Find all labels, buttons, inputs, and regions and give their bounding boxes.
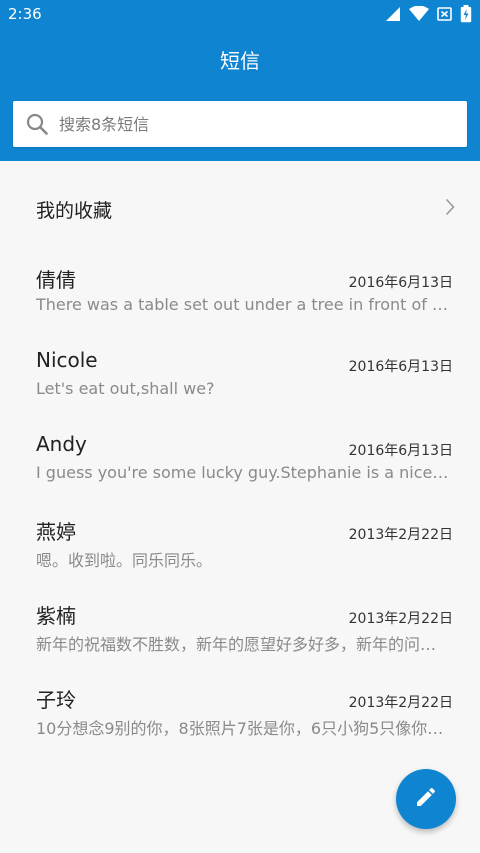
chevron-right-icon bbox=[445, 198, 455, 220]
compose-button[interactable] bbox=[396, 769, 456, 829]
message-snippet: 新年的祝福数不胜数，新年的愿望好多好多，新年的问候送给你 bbox=[36, 635, 452, 654]
message-snippet: I guess you're some lucky guy.Stephanie … bbox=[36, 463, 452, 482]
status-time: 2:36 bbox=[8, 5, 42, 23]
contact-name: 紫楠 bbox=[36, 604, 76, 628]
message-date: 2013年2月22日 bbox=[348, 695, 453, 711]
message-snippet: 10分想念9别的你，8张照片7张是你，6只小狗5只像你，4季如春 bbox=[36, 719, 452, 738]
status-bar: 2:36 bbox=[0, 0, 480, 28]
status-icons bbox=[385, 5, 472, 23]
contact-name: 燕婷 bbox=[36, 520, 76, 544]
message-list: 倩倩 2016年6月13日 There was a table set out … bbox=[0, 250, 480, 754]
message-date: 2016年6月13日 bbox=[348, 275, 453, 291]
contact-name: 倩倩 bbox=[36, 268, 76, 292]
message-date: 2016年6月13日 bbox=[348, 443, 453, 459]
pencil-icon bbox=[414, 785, 438, 813]
message-snippet: 嗯。收到啦。同乐同乐。 bbox=[36, 551, 213, 570]
message-date: 2016年6月13日 bbox=[348, 359, 453, 375]
favorites-row[interactable]: 我的收藏 bbox=[0, 170, 480, 244]
no-sim-icon bbox=[437, 6, 452, 22]
contact-name: Andy bbox=[36, 432, 87, 456]
message-row[interactable]: Nicole 2016年6月13日 Let's eat out,shall we… bbox=[0, 334, 480, 418]
signal-icon bbox=[385, 6, 401, 22]
message-date: 2013年2月22日 bbox=[348, 611, 453, 627]
wifi-icon bbox=[409, 6, 429, 22]
message-row[interactable]: 燕婷 2013年2月22日 嗯。收到啦。同乐同乐。 bbox=[0, 502, 480, 586]
search-icon bbox=[26, 113, 48, 139]
message-row[interactable]: 紫楠 2013年2月22日 新年的祝福数不胜数，新年的愿望好多好多，新年的问候送… bbox=[0, 586, 480, 670]
app-header: 2:36 短信 bbox=[0, 0, 480, 161]
message-snippet: There was a table set out under a tree i… bbox=[36, 295, 452, 314]
contact-name: Nicole bbox=[36, 348, 98, 372]
sms-screen: 2:36 短信 搜索8条短信 我的收藏 倩倩 2016年6月13日 There … bbox=[0, 0, 480, 853]
search-box[interactable] bbox=[13, 101, 467, 147]
message-row[interactable]: Andy 2016年6月13日 I guess you're some luck… bbox=[0, 418, 480, 502]
message-row[interactable]: 子玲 2013年2月22日 10分想念9别的你，8张照片7张是你，6只小狗5只像… bbox=[0, 670, 480, 754]
favorites-label: 我的收藏 bbox=[36, 200, 113, 222]
message-snippet: Let's eat out,shall we? bbox=[36, 379, 215, 398]
battery-charging-icon bbox=[460, 5, 472, 23]
message-row[interactable]: 倩倩 2016年6月13日 There was a table set out … bbox=[0, 250, 480, 334]
message-date: 2013年2月22日 bbox=[348, 527, 453, 543]
search-input[interactable] bbox=[59, 101, 455, 147]
page-title: 短信 bbox=[220, 49, 260, 73]
contact-name: 子玲 bbox=[36, 688, 76, 712]
